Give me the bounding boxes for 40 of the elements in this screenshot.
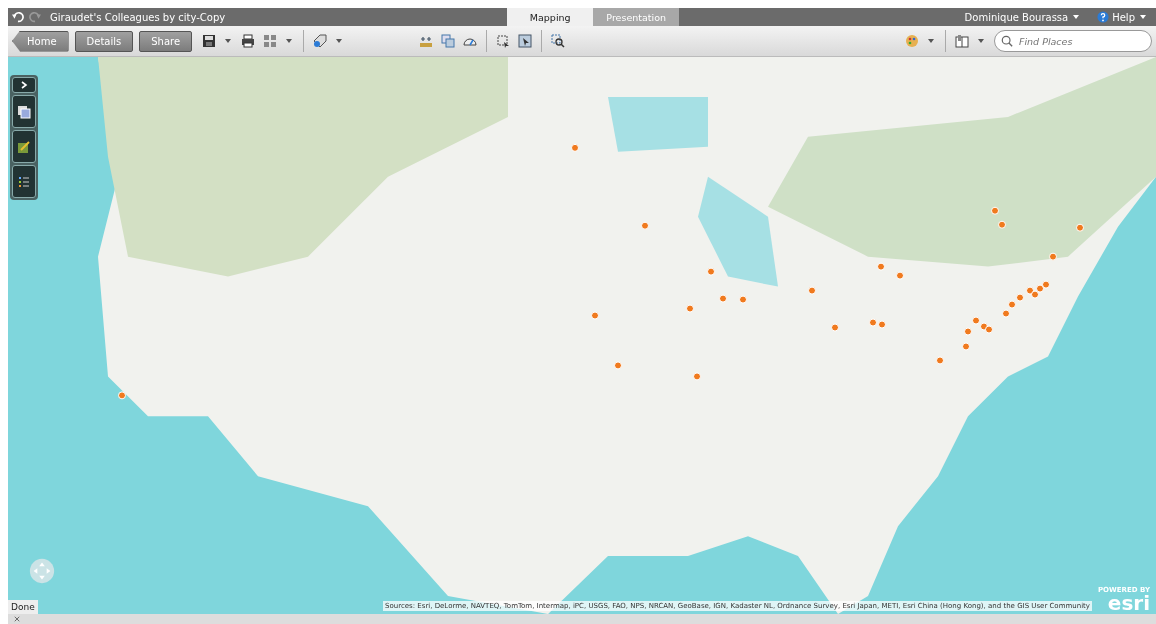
legend-button[interactable] (12, 165, 36, 198)
pencil-icon (17, 139, 31, 154)
caret-icon[interactable] (225, 39, 232, 43)
undo-icon[interactable] (12, 11, 24, 23)
search-field[interactable]: Find Places (994, 30, 1152, 53)
caret-icon[interactable] (1073, 15, 1080, 19)
palette-icon[interactable] (905, 34, 919, 48)
close-icon[interactable] (14, 616, 20, 622)
print-icon[interactable] (241, 34, 256, 48)
caret-icon[interactable] (928, 39, 934, 43)
map-title: Giraudet's Colleagues by city-Copy (50, 11, 226, 23)
help-icon[interactable] (1097, 11, 1110, 23)
layers-icon (17, 104, 31, 119)
caret-icon[interactable] (336, 39, 343, 43)
layers-button[interactable] (12, 95, 36, 128)
tag-add-icon[interactable] (313, 34, 328, 48)
toolbar-button[interactable]: Home (12, 30, 69, 52)
edit-button[interactable] (12, 130, 36, 163)
caret-icon[interactable] (978, 39, 984, 43)
search-icon (1001, 34, 1013, 47)
grid-icon[interactable] (263, 34, 278, 48)
caret-icon[interactable] (286, 39, 293, 43)
measure-icon[interactable] (418, 34, 433, 48)
select-area-icon[interactable] (495, 34, 510, 48)
user-menu[interactable]: Dominique Bourassa (964, 11, 1069, 23)
zoom-select-icon[interactable] (550, 34, 565, 48)
layers-icon[interactable] (440, 34, 455, 48)
book-icon[interactable] (955, 34, 969, 48)
save-icon[interactable] (202, 34, 217, 48)
list-icon (17, 174, 31, 189)
help-menu[interactable]: Help (1112, 11, 1135, 23)
toolbar-button[interactable]: Share (139, 30, 193, 52)
tab[interactable]: Presentation (593, 8, 680, 26)
select-icon[interactable] (517, 34, 532, 48)
toolbar-button[interactable]: Details (74, 30, 134, 52)
chevron-right-icon (20, 81, 28, 89)
status-text: Done (8, 600, 38, 614)
expand-button[interactable] (12, 77, 36, 93)
tab[interactable]: Mapping (507, 8, 594, 26)
caret-icon[interactable] (1140, 15, 1146, 19)
